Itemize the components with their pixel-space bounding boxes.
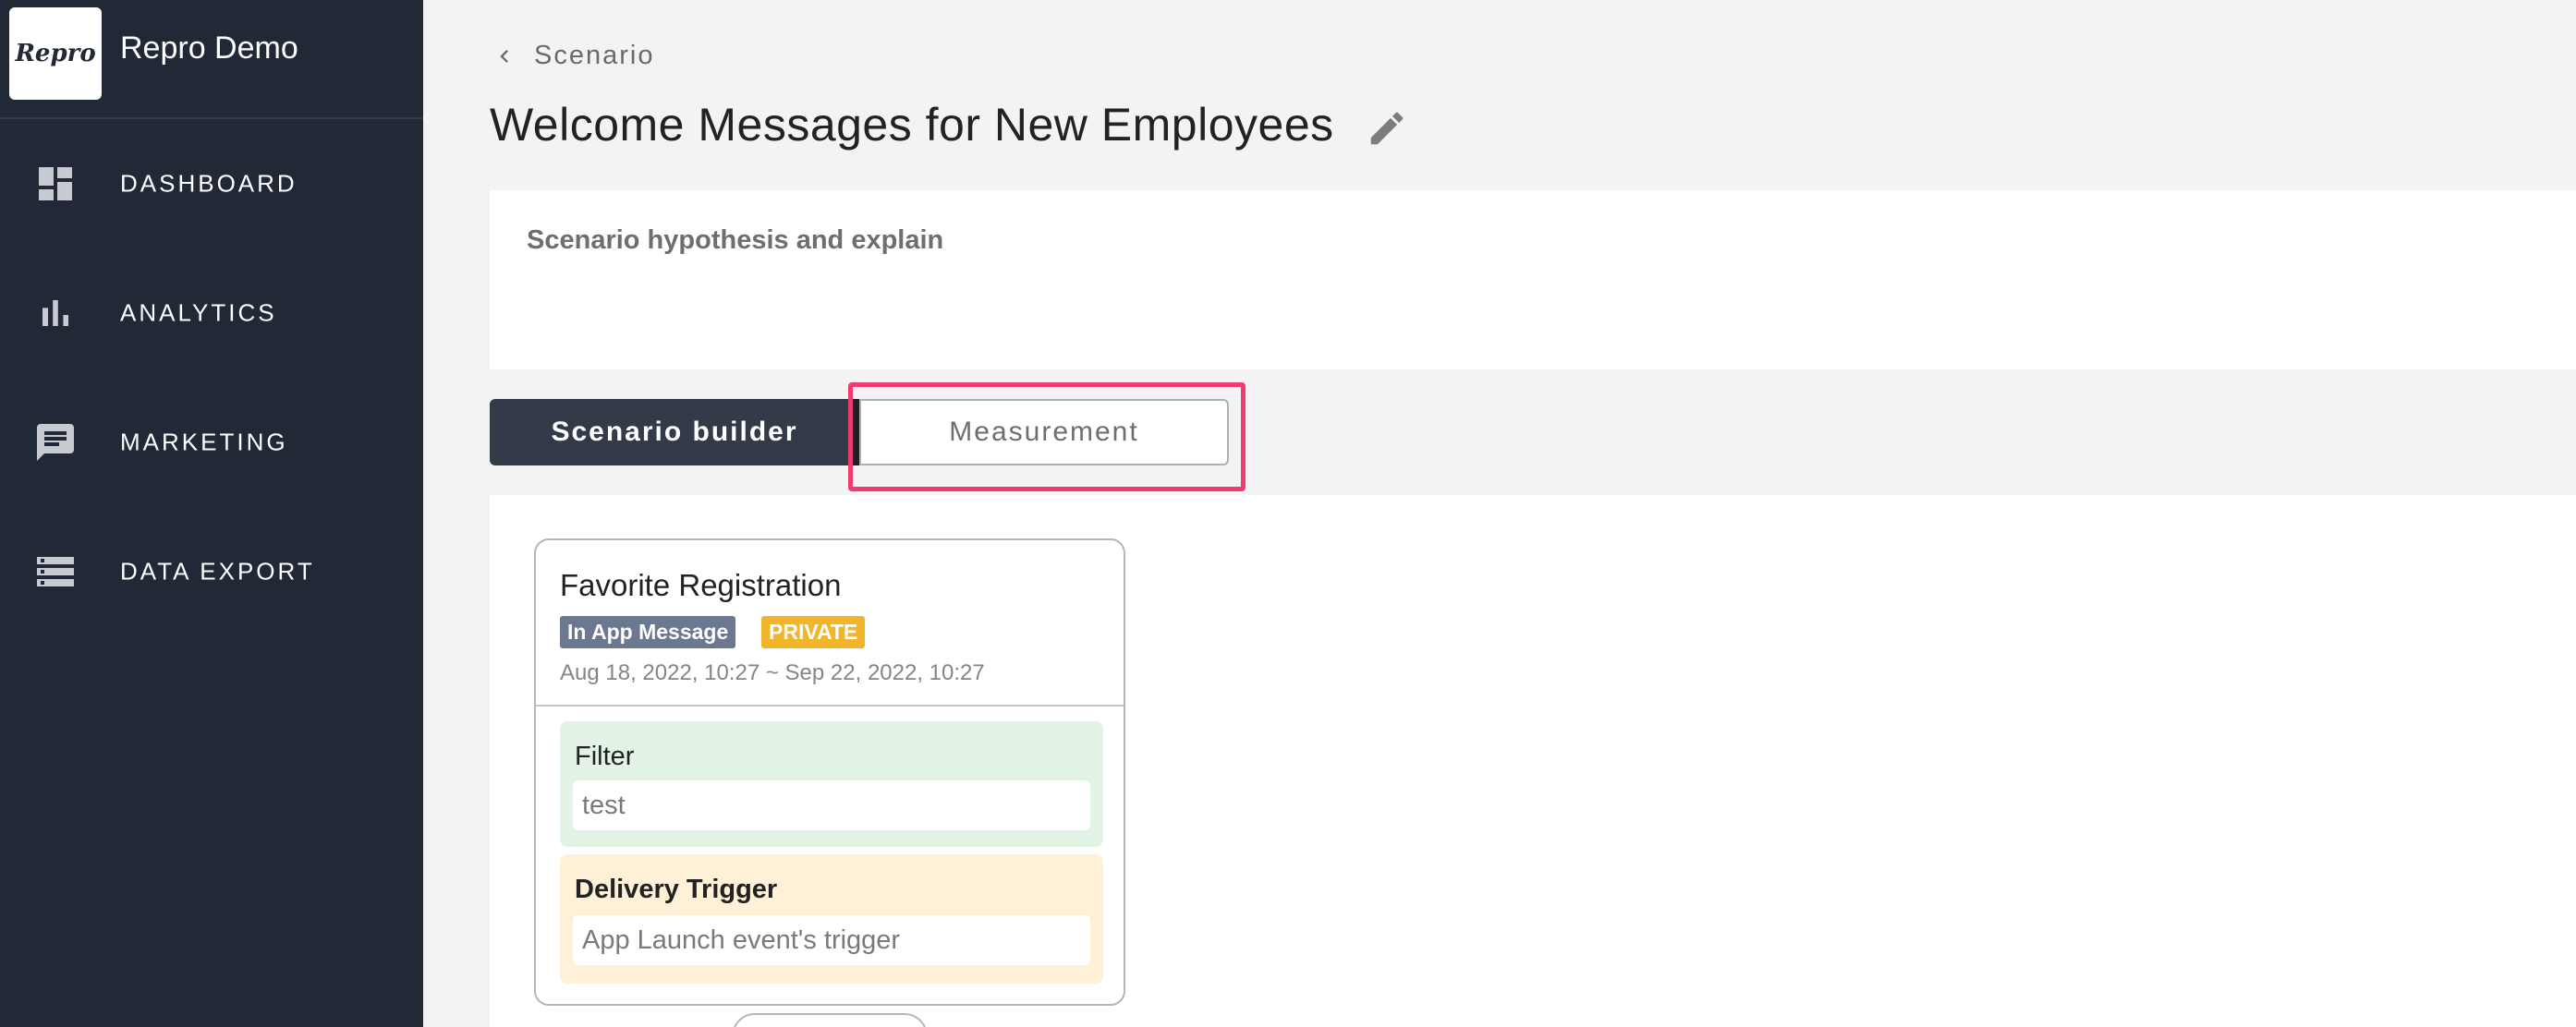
breadcrumb-label: Scenario [534, 41, 655, 70]
card-date-range: Aug 18, 2022, 10:27 ~ Sep 22, 2022, 10:2… [560, 660, 985, 685]
repro-logo[interactable]: Repro [9, 7, 102, 100]
delivery-trigger-label: Delivery Trigger [575, 875, 778, 904]
brand-header: Repro Repro Demo [0, 0, 423, 119]
sidebar-item-label: DASHBOARD [120, 169, 298, 198]
campaign-card[interactable]: Favorite Registration In App Message PRI… [534, 538, 1125, 1006]
filter-label: Filter [575, 742, 635, 771]
delivery-trigger-value[interactable]: App Launch event's trigger [573, 915, 1090, 965]
bar-chart-icon [43, 300, 68, 326]
message-icon [37, 424, 74, 461]
sidebar-item-label: DATA EXPORT [120, 557, 315, 586]
breadcrumb[interactable]: Scenario [492, 41, 654, 71]
tab-scenario-builder[interactable]: Scenario builder [490, 399, 859, 465]
filter-section[interactable]: Filter test [560, 721, 1103, 847]
private-badge: PRIVATE [761, 616, 866, 648]
sidebar-item-label: ANALYTICS [120, 298, 277, 327]
filter-value[interactable]: test [573, 780, 1090, 830]
sidebar-item-analytics[interactable]: ANALYTICS [0, 267, 423, 359]
add-step-button[interactable] [732, 1013, 928, 1027]
sidebar-item-dashboard[interactable]: DASHBOARD [0, 138, 423, 230]
message-type-badge: In App Message [560, 616, 736, 648]
app-name: Repro Demo [120, 30, 298, 66]
sidebar-item-marketing[interactable]: MARKETING [0, 396, 423, 489]
hypothesis-panel[interactable]: Scenario hypothesis and explain [490, 190, 2576, 369]
delivery-trigger-section[interactable]: Delivery Trigger App Launch event's trig… [560, 854, 1103, 984]
card-title: Favorite Registration [560, 568, 842, 602]
sidebar-item-label: MARKETING [120, 428, 288, 456]
hypothesis-label: Scenario hypothesis and explain [527, 225, 944, 255]
tab-measurement[interactable]: Measurement [859, 399, 1229, 465]
dashboard-icon [39, 167, 72, 200]
list-icon [37, 557, 74, 586]
sidebar: Repro Repro Demo DASHBOARD ANALYTICS MAR… [0, 0, 423, 1027]
page-title: Welcome Messages for New Employees [490, 99, 1334, 151]
sidebar-item-data-export[interactable]: DATA EXPORT [0, 526, 423, 618]
pencil-icon[interactable] [1366, 107, 1408, 150]
card-divider [536, 705, 1124, 707]
chevron-left-icon [500, 49, 508, 63]
